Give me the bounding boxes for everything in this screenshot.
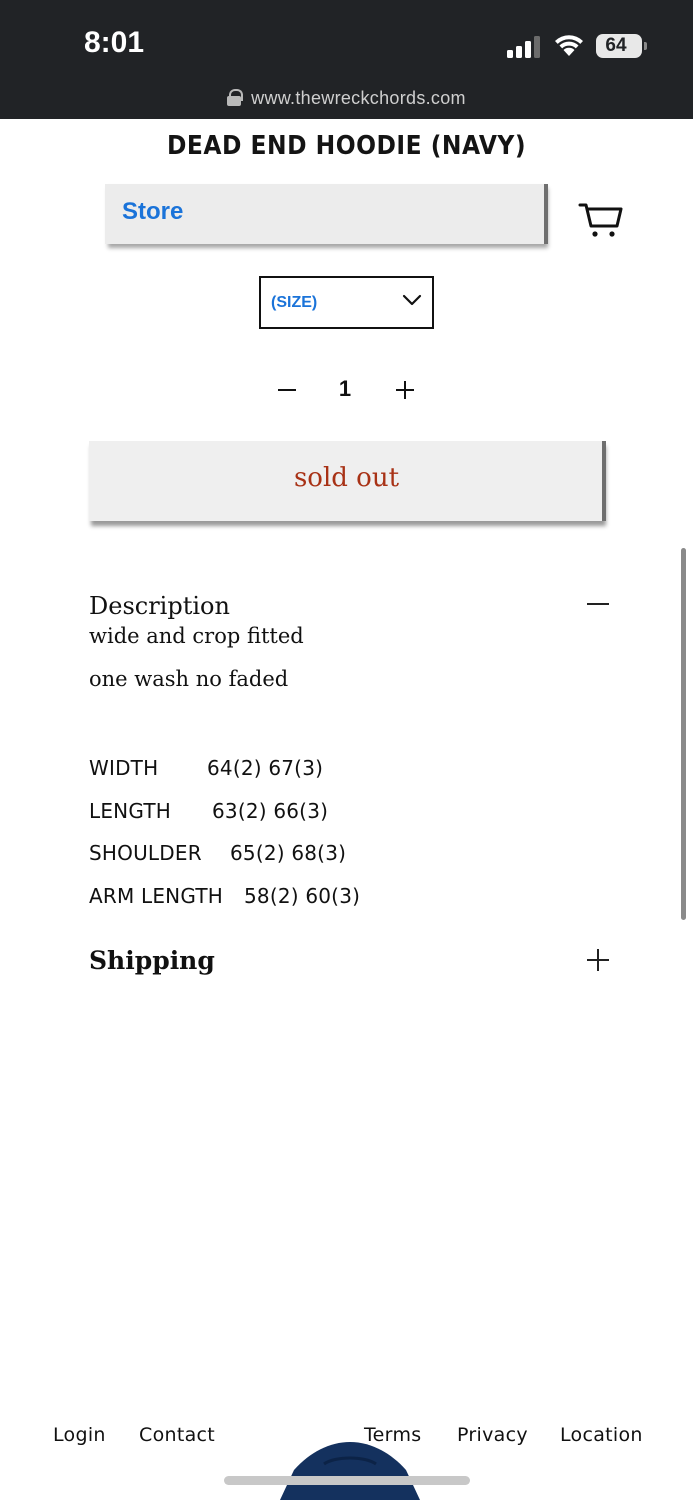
address-bar[interactable]: www.thewreckchords.com bbox=[0, 88, 693, 116]
spec-value: 58(2) 60(3) bbox=[244, 884, 361, 908]
cellular-signal-icon bbox=[507, 36, 543, 58]
description-line: one wash no faded bbox=[89, 667, 289, 691]
store-link[interactable]: Store bbox=[122, 198, 183, 226]
description-collapse-minus-icon[interactable] bbox=[587, 594, 611, 614]
spec-label: WIDTH bbox=[89, 756, 159, 780]
url-text: www.thewreckchords.com bbox=[251, 88, 466, 108]
quantity-value[interactable]: 1 bbox=[330, 376, 360, 402]
footer-link-privacy[interactable]: Privacy bbox=[457, 1424, 528, 1446]
quantity-decrease-button[interactable] bbox=[276, 374, 300, 406]
description-heading[interactable]: Description bbox=[89, 592, 230, 620]
footer-link-contact[interactable]: Contact bbox=[139, 1424, 215, 1446]
spec-label: ARM LENGTH bbox=[89, 884, 223, 908]
shipping-expand-plus-icon[interactable] bbox=[587, 948, 611, 972]
cart-icon[interactable] bbox=[578, 200, 624, 240]
description-line: wide and crop fitted bbox=[89, 624, 304, 648]
lock-icon bbox=[227, 89, 244, 106]
spec-value: 64(2) 67(3) bbox=[207, 756, 324, 780]
footer-link-login[interactable]: Login bbox=[53, 1424, 106, 1446]
chevron-down-icon bbox=[402, 294, 422, 306]
hoodie-image bbox=[280, 1442, 420, 1500]
battery-level: 64 bbox=[605, 35, 627, 56]
spec-value: 65(2) 68(3) bbox=[230, 841, 347, 865]
home-indicator[interactable] bbox=[224, 1476, 470, 1485]
battery-icon: 64 bbox=[596, 34, 647, 58]
store-nav-bar[interactable]: Store bbox=[105, 184, 548, 244]
size-select[interactable]: (SIZE) bbox=[259, 276, 434, 329]
spec-label: SHOULDER bbox=[89, 841, 202, 865]
size-select-value: (SIZE) bbox=[271, 294, 318, 311]
spec-value: 63(2) 66(3) bbox=[212, 799, 329, 823]
product-title: DEAD END HOODIE (NAVY) bbox=[166, 131, 527, 161]
spec-label: LENGTH bbox=[89, 799, 171, 823]
spec-row: SHOULDER 65(2) 68(3) bbox=[89, 841, 346, 865]
wifi-icon bbox=[555, 35, 583, 56]
shipping-heading[interactable]: Shipping bbox=[89, 946, 215, 975]
sold-out-button[interactable]: sold out bbox=[89, 441, 606, 521]
status-time: 8:01 bbox=[84, 26, 145, 59]
sold-out-label: sold out bbox=[293, 463, 400, 493]
spec-row: ARM LENGTH 58(2) 60(3) bbox=[89, 884, 360, 908]
quantity-increase-button[interactable] bbox=[394, 374, 418, 406]
status-bar: 8:01 64 www.thewreckchords.com bbox=[0, 0, 693, 119]
spec-row: LENGTH 63(2) 66(3) bbox=[89, 799, 328, 823]
scrollbar[interactable] bbox=[681, 548, 686, 920]
footer-link-location[interactable]: Location bbox=[560, 1424, 643, 1446]
spec-row: WIDTH 64(2) 67(3) bbox=[89, 756, 323, 780]
